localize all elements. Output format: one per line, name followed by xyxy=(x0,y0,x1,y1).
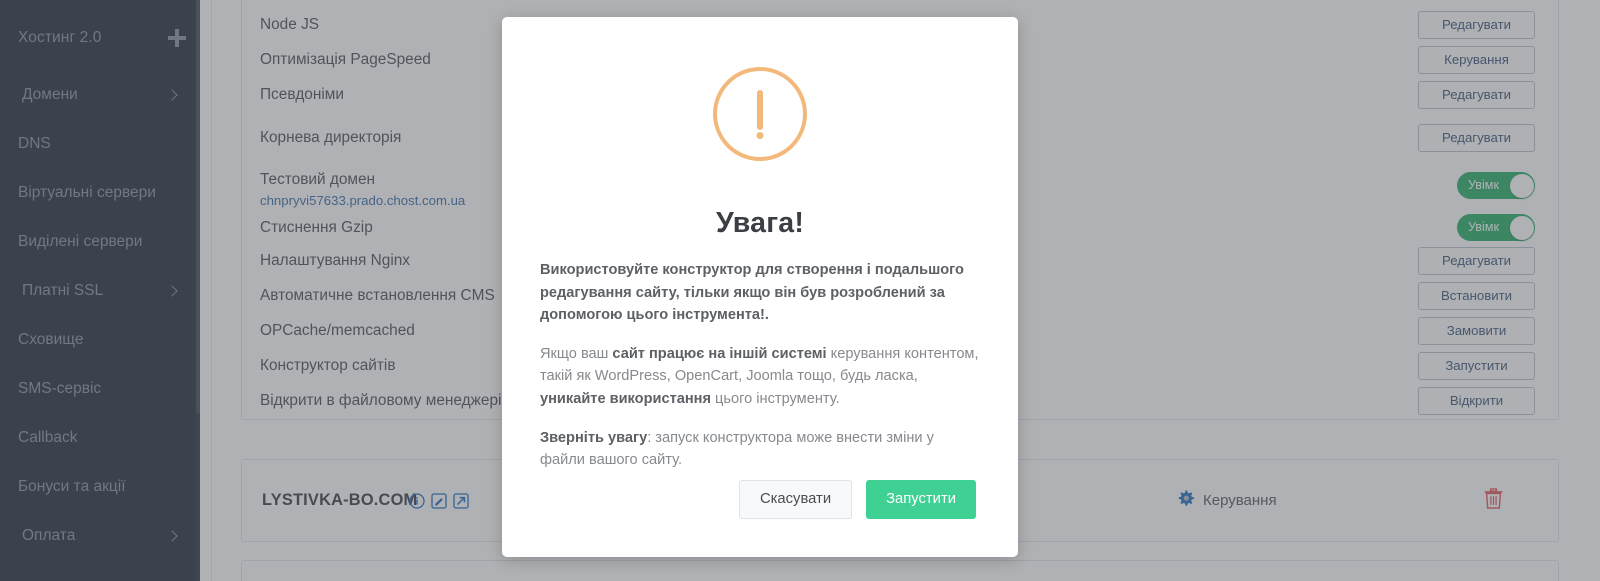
warning-exclamation-icon xyxy=(713,67,807,161)
modal-paragraph-3: Зверніть увагу: запуск конструктора може… xyxy=(540,429,934,469)
warning-modal: Увага! Використовуйте конструктор для ст… xyxy=(502,17,1018,557)
cancel-button[interactable]: Скасувати xyxy=(738,480,853,519)
modal-body: Використовуйте конструктор для створення… xyxy=(540,259,980,488)
modal-paragraph-1: Використовуйте конструктор для створення… xyxy=(540,262,964,324)
app-root: Хостинг 2.0 Домени DNS Віртуальні сервери В… xyxy=(0,0,1600,581)
confirm-run-button[interactable]: Запустити xyxy=(866,480,976,519)
modal-paragraph-2: Якщо ваш сайт працює на іншій системі ке… xyxy=(540,345,979,408)
modal-actions: Скасувати Запустити xyxy=(738,480,976,519)
warning-icon-wrapper xyxy=(502,67,1018,161)
modal-title: Увага! xyxy=(715,207,805,239)
